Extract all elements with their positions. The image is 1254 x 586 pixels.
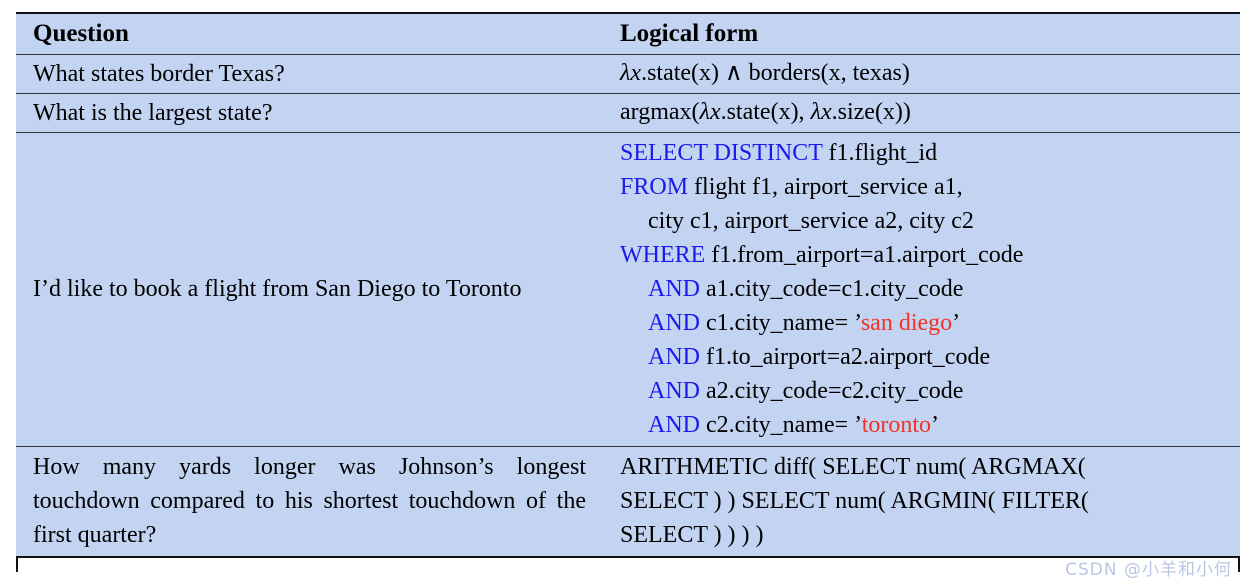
sql-keyword: AND: [648, 344, 700, 370]
sql-token: city c1, airport_service a2, city c2: [648, 208, 974, 234]
sql-keyword: AND: [648, 276, 700, 302]
logical-form-lambda: λx.state(x) ∧ borders(x, texas): [600, 55, 1240, 93]
sql-token: ’: [952, 310, 961, 336]
cell-question: What is the largest state?: [16, 93, 600, 133]
sql-token: c1.city_name= ’: [700, 310, 861, 336]
header-cell-logical-form: Logical form: [600, 12, 1240, 55]
sql-line: SELECT DISTINCT f1.flight_id: [620, 136, 1230, 170]
question-text: What is the largest state?: [33, 99, 273, 126]
sql-keyword: AND: [648, 378, 700, 404]
table-row: I’d like to book a flight from San Diego…: [16, 132, 1240, 447]
argmax-tail: .size(x)): [831, 99, 911, 125]
lambda-body: .state(x) ∧ borders(x, texas): [641, 60, 910, 86]
argmax-head: argmax(: [620, 99, 700, 125]
question-text: I’d like to book a flight from San Diego…: [33, 276, 522, 302]
sql-token: a2.city_code=c2.city_code: [700, 378, 964, 404]
sql-keyword: AND: [648, 310, 700, 336]
sql-token: f1.from_airport=a1.airport_code: [705, 242, 1024, 268]
sql-string-literal: san diego: [860, 310, 953, 336]
table-row: How many yards longer was Johnson’s long…: [16, 446, 1240, 558]
lambda-variable: x: [820, 99, 832, 125]
sql-line: city c1, airport_service a2, city c2: [620, 204, 1230, 238]
cell-logical-form: argmax(λx.state(x), λx.size(x)): [600, 93, 1240, 133]
cell-question: How many yards longer was Johnson’s long…: [16, 446, 600, 558]
sql-logical-form: SELECT DISTINCT f1.flight_id FROM flight …: [600, 133, 1240, 446]
sql-token: a1.city_code=c1.city_code: [700, 276, 964, 302]
lambda-variable: x: [630, 60, 642, 86]
sql-line: AND a2.city_code=c2.city_code: [620, 374, 1230, 408]
figure-container: Question Logical form What states border…: [0, 0, 1254, 586]
sql-line: WHERE f1.from_airport=a1.airport_code: [620, 238, 1230, 272]
csdn-watermark: CSDN @小羊和小何: [1065, 560, 1232, 580]
lambda-symbol: λ: [620, 60, 631, 86]
question-text: What states border Texas?: [33, 60, 285, 87]
sql-line: AND a1.city_code=c1.city_code: [620, 272, 1230, 306]
lambda-symbol: λ: [699, 99, 710, 125]
table-row: What states border Texas? λx.state(x) ∧ …: [16, 54, 1240, 94]
cell-logical-form: ARITHMETIC diff( SELECT num( ARGMAX( SELE…: [600, 446, 1240, 558]
sql-line: AND c1.city_name= ’san diego’: [620, 306, 1230, 340]
sql-keyword: AND: [648, 412, 700, 438]
table-header-row: Question Logical form: [16, 12, 1240, 55]
sql-string-literal: toronto: [861, 412, 932, 438]
question-logical-form-table: Question Logical form What states border…: [16, 12, 1240, 558]
sql-keyword: WHERE: [620, 242, 706, 268]
arithmetic-line: SELECT ) ) SELECT num( ARGMIN( FILTER(: [620, 488, 1089, 514]
arithmetic-line: SELECT ) ) ) ): [620, 522, 764, 548]
sql-line: AND c2.city_name= ’toronto’: [620, 408, 1230, 442]
sql-line: AND f1.to_airport=a2.airport_code: [620, 340, 1230, 374]
cell-logical-form: λx.state(x) ∧ borders(x, texas): [600, 54, 1240, 94]
table-row: What is the largest state? argmax(λx.sta…: [16, 93, 1240, 133]
arithmetic-line: ARITHMETIC diff( SELECT num( ARGMAX(: [620, 454, 1086, 480]
sql-token: c2.city_name= ’: [700, 412, 862, 438]
sql-keyword: FROM: [620, 174, 689, 200]
sql-token: ’: [931, 412, 940, 438]
lambda-variable: x: [709, 99, 721, 125]
sql-line: FROM flight f1, airport_service a1,: [620, 170, 1230, 204]
question-text: How many yards longer was Johnson’s long…: [33, 454, 586, 548]
cell-question: What states border Texas?: [16, 54, 600, 94]
sql-token: flight f1, airport_service a1,: [688, 174, 963, 200]
lambda-symbol: λ: [810, 99, 821, 125]
header-cell-question: Question: [16, 12, 600, 55]
cell-question: I’d like to book a flight from San Diego…: [16, 132, 600, 447]
logical-form-argmax: argmax(λx.state(x), λx.size(x)): [600, 94, 1240, 132]
sql-keyword: SELECT DISTINCT: [620, 140, 823, 166]
arithmetic-logical-form: ARITHMETIC diff( SELECT num( ARGMAX( SELE…: [600, 447, 1240, 556]
column-header-logical-form: Logical form: [620, 20, 759, 47]
argmax-mid: .state(x),: [720, 99, 811, 125]
column-header-question: Question: [33, 20, 129, 47]
sql-token: f1.flight_id: [822, 140, 938, 166]
cell-logical-form: SELECT DISTINCT f1.flight_id FROM flight …: [600, 132, 1240, 447]
sql-token: f1.to_airport=a2.airport_code: [700, 344, 991, 370]
